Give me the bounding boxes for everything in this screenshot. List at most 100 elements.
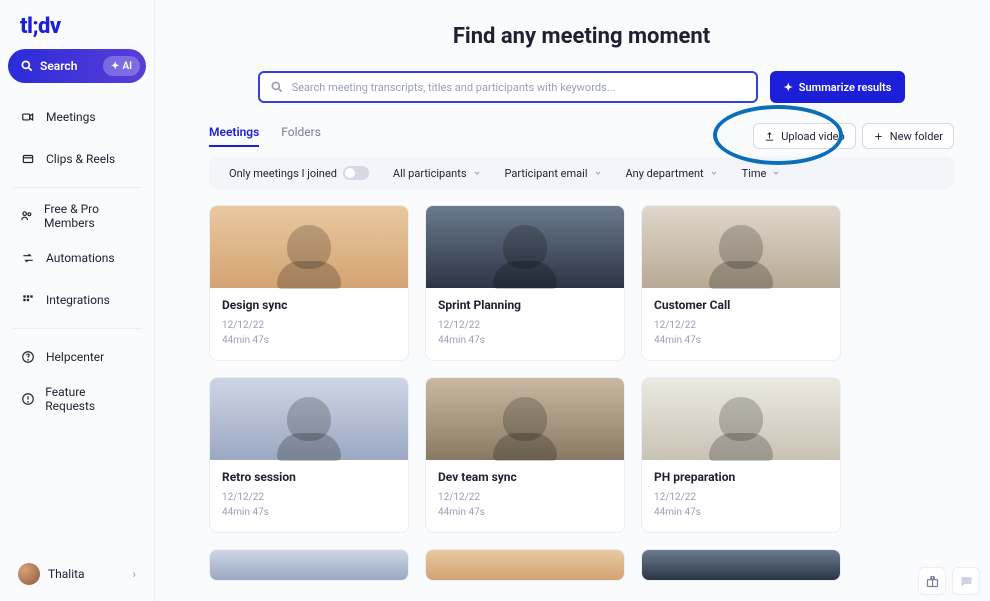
sparkle-icon: ✦ <box>111 61 119 72</box>
thumbnail <box>642 550 840 580</box>
card-date: 12/12/22 <box>222 318 396 333</box>
search-input[interactable] <box>292 81 746 94</box>
sparkle-icon: ✦ <box>784 81 793 94</box>
filter-participant-email[interactable]: Participant email <box>493 163 614 184</box>
divider <box>12 187 142 188</box>
gift-button[interactable] <box>918 567 946 595</box>
toggle[interactable] <box>343 166 369 180</box>
sidebar-item-clips[interactable]: Clips & Reels <box>8 139 146 179</box>
meeting-card[interactable]: Customer Call 12/12/22 44min 47s <box>641 205 841 361</box>
user-menu[interactable]: Thalita › <box>8 555 146 593</box>
upload-icon <box>764 131 775 142</box>
sidebar-item-label: Feature Requests <box>45 385 134 413</box>
sidebar-item-label: Clips & Reels <box>46 152 115 166</box>
video-icon <box>20 109 36 125</box>
user-name: Thalita <box>48 567 85 581</box>
main: Find any meeting moment ✦ Summarize resu… <box>155 0 990 601</box>
card-title: PH preparation <box>654 470 828 484</box>
thumbnail <box>426 550 624 580</box>
card-duration: 44min 47s <box>438 505 612 520</box>
card-duration: 44min 47s <box>654 333 828 348</box>
chevron-down-icon <box>710 169 718 177</box>
thumbnail <box>426 206 624 288</box>
sidebar-item-label: Meetings <box>46 110 96 124</box>
card-title: Sprint Planning <box>438 298 612 312</box>
card-date: 12/12/22 <box>438 490 612 505</box>
sidebar-item-automations[interactable]: Automations <box>8 238 146 278</box>
card-date: 12/12/22 <box>222 490 396 505</box>
integrations-icon <box>20 292 36 308</box>
thumbnail <box>210 206 408 288</box>
chevron-down-icon <box>473 169 481 177</box>
meeting-card[interactable]: Retro session 12/12/22 44min 47s <box>209 377 409 533</box>
filters-bar: Only meetings I joined All participants … <box>209 157 954 189</box>
divider <box>12 328 142 329</box>
nav: Meetings Clips & Reels Free & Pro Member… <box>8 97 146 419</box>
chevron-down-icon <box>772 169 780 177</box>
card-title: Dev team sync <box>438 470 612 484</box>
card-duration: 44min 47s <box>222 333 396 348</box>
new-folder-button[interactable]: New folder <box>862 123 954 149</box>
chat-icon <box>959 574 974 589</box>
gift-icon <box>925 574 940 589</box>
meeting-card[interactable]: Dev team sync 12/12/22 44min 47s <box>425 377 625 533</box>
thumbnail <box>210 550 408 580</box>
chevron-down-icon <box>594 169 602 177</box>
meeting-card[interactable] <box>425 549 625 581</box>
filter-participants[interactable]: All participants <box>381 163 493 184</box>
sidebar-item-feature-requests[interactable]: Feature Requests <box>8 379 146 419</box>
summarize-button[interactable]: ✦ Summarize results <box>770 71 906 103</box>
logo: tl;dv <box>8 14 146 39</box>
thumbnail <box>642 206 840 288</box>
avatar <box>18 563 40 585</box>
feedback-icon <box>20 391 35 407</box>
filter-time[interactable]: Time <box>730 163 793 184</box>
thumbnail <box>210 378 408 460</box>
card-date: 12/12/22 <box>654 490 828 505</box>
meeting-card[interactable] <box>641 549 841 581</box>
tab-meetings[interactable]: Meetings <box>209 125 259 147</box>
new-folder-label: New folder <box>890 130 943 143</box>
thumbnail <box>642 378 840 460</box>
sidebar-item-label: Free & Pro Members <box>44 202 134 230</box>
chevron-right-icon: › <box>132 567 136 581</box>
card-duration: 44min 47s <box>654 505 828 520</box>
card-title: Design sync <box>222 298 396 312</box>
meeting-card[interactable] <box>209 549 409 581</box>
thumbnail <box>426 378 624 460</box>
search-button[interactable]: Search ✦ AI <box>8 49 146 83</box>
sidebar-item-meetings[interactable]: Meetings <box>8 97 146 137</box>
sidebar-item-label: Integrations <box>46 293 110 307</box>
search-box[interactable] <box>258 71 758 103</box>
sidebar-item-integrations[interactable]: Integrations <box>8 280 146 320</box>
meeting-card[interactable]: Sprint Planning 12/12/22 44min 47s <box>425 205 625 361</box>
card-date: 12/12/22 <box>438 318 612 333</box>
filter-only-joined[interactable]: Only meetings I joined <box>217 162 381 184</box>
card-duration: 44min 47s <box>222 505 396 520</box>
card-title: Retro session <box>222 470 396 484</box>
members-icon <box>20 208 34 224</box>
ai-chip: ✦ AI <box>103 56 140 76</box>
sidebar-item-members[interactable]: Free & Pro Members <box>8 196 146 236</box>
meeting-card[interactable]: Design sync 12/12/22 44min 47s <box>209 205 409 361</box>
upload-video-button[interactable]: Upload video <box>753 123 856 149</box>
search-label: Search <box>40 59 103 73</box>
sidebar-item-label: Automations <box>46 251 115 265</box>
filter-department[interactable]: Any department <box>614 163 730 184</box>
page-title: Find any meeting moment <box>209 24 954 49</box>
sidebar: tl;dv Search ✦ AI Meetings Clips & Reels <box>0 0 155 601</box>
clips-icon <box>20 151 36 167</box>
search-icon <box>20 59 34 73</box>
search-icon <box>270 80 284 94</box>
automations-icon <box>20 250 36 266</box>
card-duration: 44min 47s <box>438 333 612 348</box>
tab-folders[interactable]: Folders <box>281 125 321 147</box>
sidebar-item-helpcenter[interactable]: Helpcenter <box>8 337 146 377</box>
meeting-card[interactable]: PH preparation 12/12/22 44min 47s <box>641 377 841 533</box>
chat-button[interactable] <box>952 567 980 595</box>
meetings-grid: Design sync 12/12/22 44min 47s Sprint Pl… <box>209 205 954 581</box>
summarize-label: Summarize results <box>799 81 892 94</box>
upload-label: Upload video <box>781 130 845 143</box>
plus-icon <box>873 131 884 142</box>
help-icon <box>20 349 36 365</box>
